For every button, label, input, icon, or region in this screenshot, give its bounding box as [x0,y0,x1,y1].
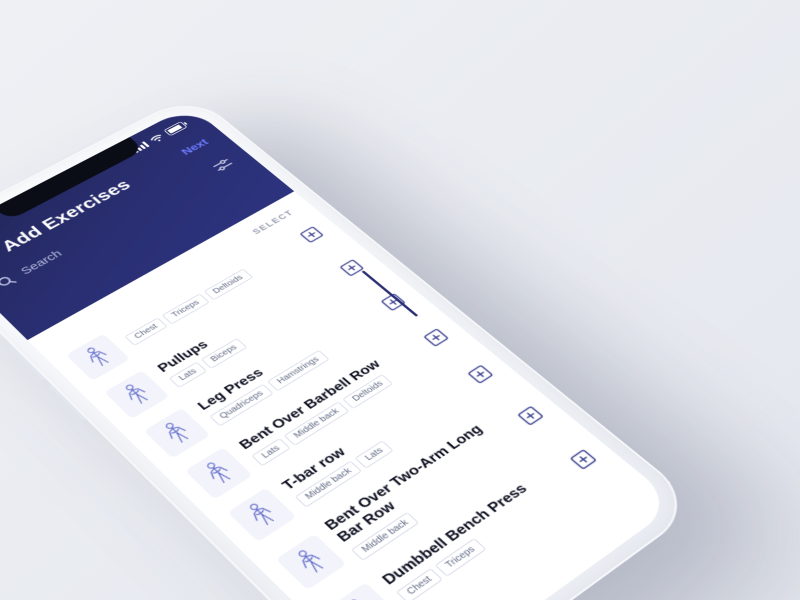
muscle-tag: Deltoids [203,269,253,301]
phone-frame: 9:41 ✕ Add Exercises Next [0,93,702,600]
muscle-tag: Chest [124,317,167,345]
add-exercise-button[interactable] [465,363,496,386]
add-exercise-button[interactable] [297,225,326,245]
add-exercise-button[interactable] [337,257,367,278]
search-icon [0,273,18,289]
exercise-thumb [276,534,347,590]
add-exercise-button[interactable] [421,327,452,349]
add-exercise-button[interactable] [515,404,547,428]
add-exercise-button[interactable] [567,447,600,472]
app-screen: 9:41 ✕ Add Exercises Next [0,106,677,600]
muscle-tag: Triceps [162,294,210,325]
filter-icon[interactable] [210,156,236,173]
